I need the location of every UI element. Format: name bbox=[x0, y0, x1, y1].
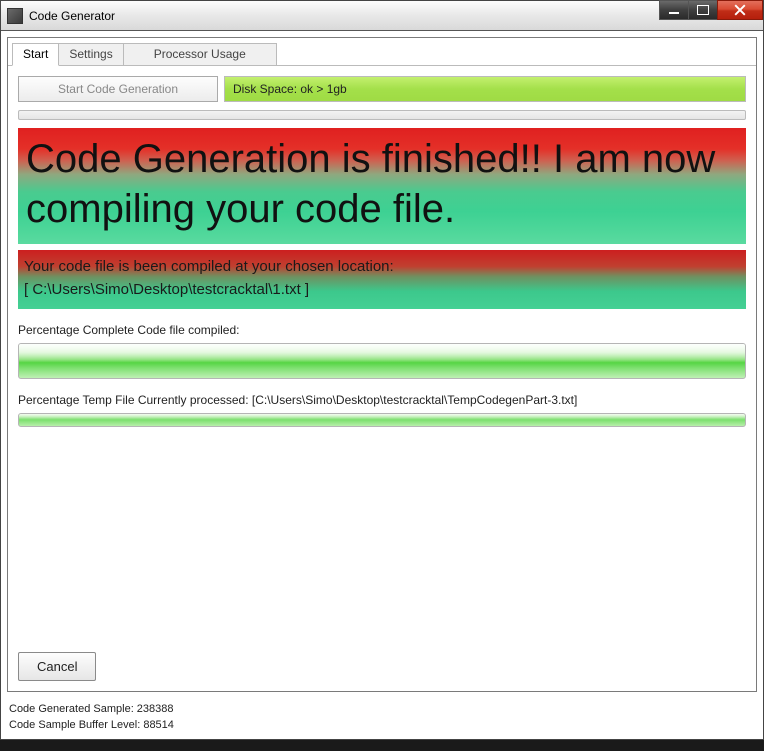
tab-start[interactable]: Start bbox=[12, 43, 59, 66]
cancel-wrap: Cancel bbox=[18, 652, 746, 681]
progress-sheen bbox=[19, 344, 745, 359]
spacer bbox=[18, 427, 746, 642]
top-progress-track bbox=[18, 110, 746, 120]
disk-space-indicator: Disk Space: ok > 1gb bbox=[224, 76, 746, 102]
minimize-button[interactable] bbox=[659, 0, 689, 20]
compiled-progress-bar bbox=[18, 343, 746, 379]
status-code-generated: Code Generated Sample: 238388 bbox=[9, 702, 755, 717]
app-window: Code Generator Start Settings Processor … bbox=[0, 0, 764, 740]
window-title: Code Generator bbox=[29, 9, 761, 23]
toolbar: Start Code Generation Disk Space: ok > 1… bbox=[8, 66, 756, 108]
desktop-edge bbox=[0, 740, 764, 751]
main-content: Code Generation is finished!! I am now c… bbox=[18, 128, 746, 685]
maximize-button[interactable] bbox=[688, 0, 718, 20]
window-controls bbox=[660, 0, 763, 20]
temp-progress-bar bbox=[18, 413, 746, 427]
start-code-generation-button[interactable]: Start Code Generation bbox=[18, 76, 218, 102]
titlebar[interactable]: Code Generator bbox=[1, 1, 763, 31]
close-icon bbox=[734, 4, 746, 16]
compiled-progress-label: Percentage Complete Code file compiled: bbox=[18, 323, 746, 337]
status-banner-main: Code Generation is finished!! I am now c… bbox=[18, 128, 746, 244]
sub-banner-line2: [ C:\Users\Simo\Desktop\testcracktal\1.t… bbox=[24, 279, 740, 302]
close-button[interactable] bbox=[717, 0, 763, 20]
client-area: Start Settings Processor Usage Start Cod… bbox=[7, 37, 757, 692]
temp-progress-label: Percentage Temp File Currently processed… bbox=[18, 393, 746, 407]
tab-strip: Start Settings Processor Usage bbox=[8, 38, 756, 66]
status-buffer-level: Code Sample Buffer Level: 88514 bbox=[9, 718, 755, 733]
progress-sheen bbox=[19, 414, 745, 419]
app-icon bbox=[7, 8, 23, 24]
status-bar: Code Generated Sample: 238388 Code Sampl… bbox=[1, 698, 763, 739]
cancel-button[interactable]: Cancel bbox=[18, 652, 96, 681]
tab-processor-usage[interactable]: Processor Usage bbox=[123, 43, 277, 66]
status-banner-sub: Your code file is been compiled at your … bbox=[18, 250, 746, 309]
tab-settings[interactable]: Settings bbox=[58, 43, 123, 66]
sub-banner-line1: Your code file is been compiled at your … bbox=[24, 256, 740, 279]
